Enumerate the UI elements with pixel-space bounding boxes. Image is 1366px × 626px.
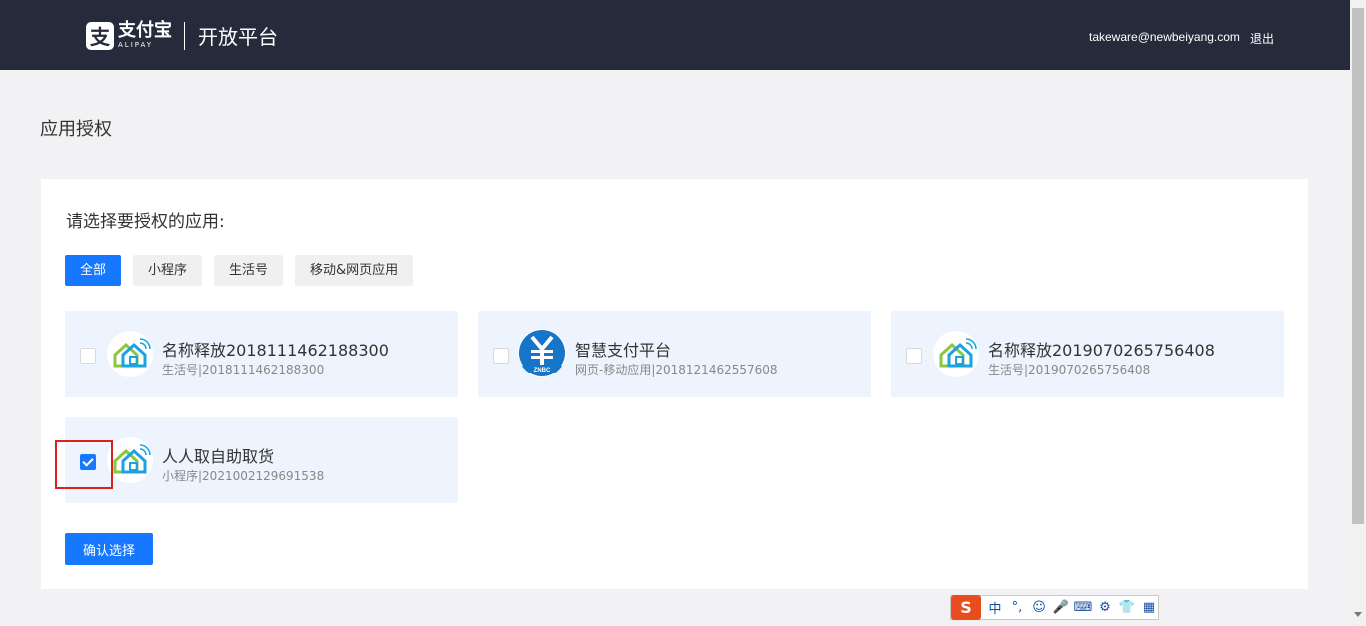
ime-chinese-mode-icon[interactable]: 中 xyxy=(987,600,1003,617)
app-meta: 小程序|2021002129691538 xyxy=(162,469,325,483)
app-meta: 生活号|2018111462188300 xyxy=(162,363,325,377)
app-name: 智慧支付平台 xyxy=(575,341,672,360)
user-email[interactable]: takeware@newbeiyang.com xyxy=(1089,30,1240,44)
alipay-logo-icon: 支 xyxy=(86,21,114,50)
yuan-logo-icon: ZNBC xyxy=(518,329,566,377)
app-card[interactable]: 名称释放2019070265756408 生活号|201907026575640… xyxy=(891,311,1284,397)
logo-divider xyxy=(184,21,185,50)
filter-tab-mini-program[interactable]: 小程序 xyxy=(133,255,203,286)
ime-punctuation-icon[interactable]: °, xyxy=(1009,600,1025,616)
panel-heading: 请选择要授权的应用: xyxy=(66,212,225,232)
house-wifi-icon xyxy=(107,437,153,483)
filter-tab-mobile-web[interactable]: 移动&网页应用 xyxy=(295,255,414,286)
app-meta: 网页-移动应用|2018121462557608 xyxy=(575,363,778,377)
app-name: 名称释放2019070265756408 xyxy=(988,341,1215,360)
app-checkbox[interactable] xyxy=(80,348,96,364)
ime-toolbox-icon[interactable]: ▦ xyxy=(1141,600,1157,616)
ime-microphone-icon[interactable]: 🎤 xyxy=(1053,600,1069,616)
sogou-ime-logo-icon[interactable]: S xyxy=(951,595,981,620)
logo-text: 支付宝 ALIPAY xyxy=(118,22,172,49)
filter-tab-all[interactable]: 全部 xyxy=(65,255,122,286)
ime-keyboard-icon[interactable]: ⌨ xyxy=(1074,600,1093,616)
scroll-down-arrow-icon[interactable] xyxy=(1354,612,1362,617)
svg-text:ZNBC: ZNBC xyxy=(534,368,551,374)
app-name: 人人取自助取货 xyxy=(162,447,275,466)
selection-highlight-box xyxy=(55,440,113,489)
logout-link[interactable]: 退出 xyxy=(1250,30,1274,47)
app-card[interactable]: ZNBC 智慧支付平台 网页-移动应用|2018121462557608 xyxy=(478,311,871,397)
app-name: 名称释放2018111462188300 xyxy=(162,341,389,360)
top-header: 支 支付宝 ALIPAY 开放平台 takeware@newbeiyang.co… xyxy=(0,0,1350,70)
alipay-logo[interactable]: 支 支付宝 ALIPAY 开放平台 xyxy=(86,21,278,50)
page-scrollbar[interactable] xyxy=(1350,0,1366,626)
filter-tabs: 全部 小程序 生活号 移动&网页应用 xyxy=(65,255,425,286)
confirm-selection-button[interactable]: 确认选择 xyxy=(65,533,153,565)
ime-toolbar: S 中 °, ☺ 🎤 ⌨ ⚙ 👕 ▦ xyxy=(950,595,1159,620)
scrollbar-thumb[interactable] xyxy=(1352,8,1364,524)
app-meta: 生活号|2019070265756408 xyxy=(988,363,1151,377)
page-title: 应用授权 xyxy=(40,119,112,140)
app-checkbox[interactable] xyxy=(493,348,509,364)
ime-user-icon[interactable]: ⚙ xyxy=(1097,600,1113,616)
platform-title: 开放平台 xyxy=(198,25,278,49)
ime-skin-icon[interactable]: 👕 xyxy=(1119,600,1135,616)
app-card[interactable]: 人人取自助取货 小程序|2021002129691538 xyxy=(65,417,458,503)
filter-tab-life-account[interactable]: 生活号 xyxy=(214,255,284,286)
ime-emoji-icon[interactable]: ☺ xyxy=(1031,600,1047,616)
app-card[interactable]: 名称释放2018111462188300 生活号|201811146218830… xyxy=(65,311,458,397)
logo-cn-text: 支付宝 xyxy=(118,20,172,41)
logo-en-text: ALIPAY xyxy=(118,41,154,49)
app-checkbox[interactable] xyxy=(906,348,922,364)
house-wifi-icon xyxy=(107,331,153,377)
house-wifi-icon xyxy=(933,331,979,377)
